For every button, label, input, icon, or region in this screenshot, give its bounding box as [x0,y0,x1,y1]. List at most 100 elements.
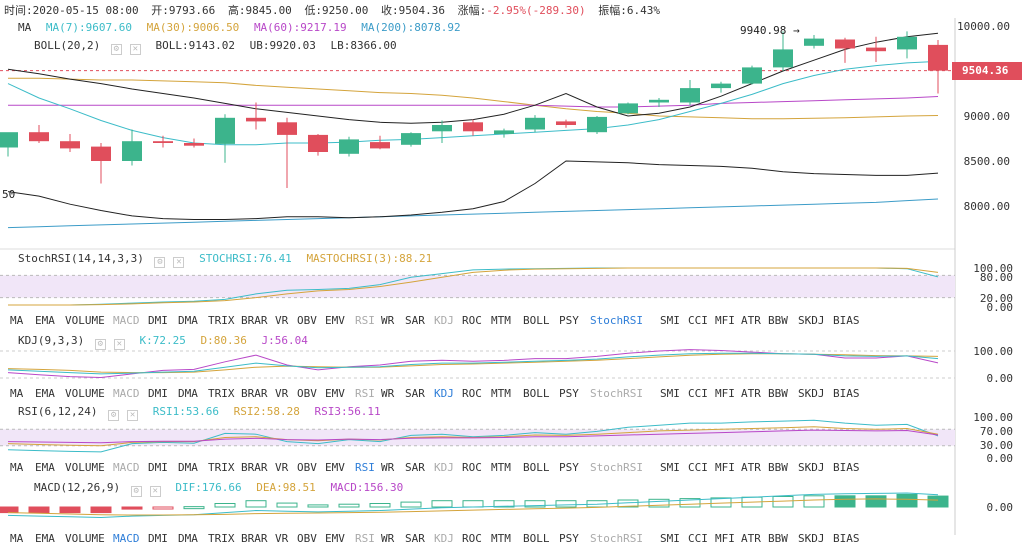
tab-vr[interactable]: VR [275,532,297,545]
tab-psy[interactable]: PSY [559,387,590,400]
tab-ema[interactable]: EMA [35,532,65,545]
tab-brar[interactable]: BRAR [241,461,275,474]
tab-brar[interactable]: BRAR [241,532,275,545]
close-icon[interactable]: ✕ [113,339,125,350]
tab-ma[interactable]: MA [10,461,35,474]
tab-roc[interactable]: ROC [462,387,491,400]
tab-sar[interactable]: SAR [405,461,434,474]
tab-smi[interactable]: SMI [660,532,688,545]
tab-macd[interactable]: MACD [113,387,148,400]
tab-mtm[interactable]: MTM [491,387,523,400]
tab-sar[interactable]: SAR [405,314,434,327]
tab-roc[interactable]: ROC [462,532,491,545]
tab-bbw[interactable]: BBW [768,387,798,400]
tab-obv[interactable]: OBV [297,532,325,545]
tab-rsi[interactable]: RSI [355,314,381,327]
tab-bias[interactable]: BIAS [833,532,863,545]
tab-ma[interactable]: MA [10,532,35,545]
tab-ema[interactable]: EMA [35,461,65,474]
tab-volume[interactable]: VOLUME [65,314,113,327]
tab-dmi[interactable]: DMI [148,461,178,474]
tab-ema[interactable]: EMA [35,314,65,327]
tab-dma[interactable]: DMA [178,532,208,545]
tab-vr[interactable]: VR [275,461,297,474]
tab-ma[interactable]: MA [10,387,35,400]
tab-dmi[interactable]: DMI [148,532,178,545]
tab-psy[interactable]: PSY [559,461,590,474]
tab-boll[interactable]: BOLL [523,532,559,545]
tab-wr[interactable]: WR [381,387,405,400]
tab-dma[interactable]: DMA [178,461,208,474]
tab-trix[interactable]: TRIX [208,461,241,474]
tab-wr[interactable]: WR [381,314,405,327]
tab-vr[interactable]: VR [275,314,297,327]
tab-skdj[interactable]: SKDJ [798,314,833,327]
tab-dmi[interactable]: DMI [148,314,178,327]
tab-atr[interactable]: ATR [741,461,768,474]
tab-atr[interactable]: ATR [741,387,768,400]
tab-kdj[interactable]: KDJ [434,461,462,474]
tab-bias[interactable]: BIAS [833,461,863,474]
tab-skdj[interactable]: SKDJ [798,387,833,400]
settings-icon[interactable]: ⚙ [94,339,106,350]
tab-sar[interactable]: SAR [405,532,434,545]
tab-kdj[interactable]: KDJ [434,532,462,545]
tab-dma[interactable]: DMA [178,314,208,327]
tab-ma[interactable]: MA [10,314,35,327]
tab-cci[interactable]: CCI [688,314,715,327]
tab-macd[interactable]: MACD [113,461,148,474]
tab-stochrsi[interactable]: StochRSI [590,461,660,474]
tab-psy[interactable]: PSY [559,532,590,545]
close-icon[interactable]: ✕ [173,257,185,268]
tab-emv[interactable]: EMV [325,314,355,327]
tab-trix[interactable]: TRIX [208,314,241,327]
tab-bbw[interactable]: BBW [768,461,798,474]
tab-obv[interactable]: OBV [297,314,325,327]
tab-skdj[interactable]: SKDJ [798,532,833,545]
tab-emv[interactable]: EMV [325,461,355,474]
tab-cci[interactable]: CCI [688,387,715,400]
tab-bias[interactable]: BIAS [833,314,863,327]
tab-vr[interactable]: VR [275,387,297,400]
tab-bbw[interactable]: BBW [768,532,798,545]
tab-mtm[interactable]: MTM [491,532,523,545]
tab-mtm[interactable]: MTM [491,314,523,327]
tab-dma[interactable]: DMA [178,387,208,400]
tab-obv[interactable]: OBV [297,461,325,474]
tab-stochrsi[interactable]: StochRSI [590,532,660,545]
tab-atr[interactable]: ATR [741,532,768,545]
tab-stochrsi[interactable]: StochRSI [590,314,660,327]
close-icon[interactable]: ✕ [149,486,161,497]
tab-sar[interactable]: SAR [405,387,434,400]
tab-dmi[interactable]: DMI [148,387,178,400]
tab-rsi[interactable]: RSI [355,532,381,545]
tab-volume[interactable]: VOLUME [65,387,113,400]
tab-volume[interactable]: VOLUME [65,532,113,545]
tab-macd[interactable]: MACD [113,314,148,327]
tab-stochrsi[interactable]: StochRSI [590,387,660,400]
tab-smi[interactable]: SMI [660,387,688,400]
tab-rsi[interactable]: RSI [355,387,381,400]
tab-bbw[interactable]: BBW [768,314,798,327]
tab-trix[interactable]: TRIX [208,532,241,545]
tab-brar[interactable]: BRAR [241,387,275,400]
tab-wr[interactable]: WR [381,461,405,474]
tab-atr[interactable]: ATR [741,314,768,327]
tab-macd[interactable]: MACD [113,532,148,545]
tab-psy[interactable]: PSY [559,314,590,327]
tab-ema[interactable]: EMA [35,387,65,400]
tab-wr[interactable]: WR [381,532,405,545]
tab-bias[interactable]: BIAS [833,387,863,400]
tab-emv[interactable]: EMV [325,532,355,545]
tab-brar[interactable]: BRAR [241,314,275,327]
tab-cci[interactable]: CCI [688,532,715,545]
tab-kdj[interactable]: KDJ [434,314,462,327]
settings-icon[interactable]: ⚙ [154,257,166,268]
tab-boll[interactable]: BOLL [523,461,559,474]
tab-roc[interactable]: ROC [462,314,491,327]
tab-boll[interactable]: BOLL [523,314,559,327]
tab-mfi[interactable]: MFI [715,532,741,545]
tab-boll[interactable]: BOLL [523,387,559,400]
tab-smi[interactable]: SMI [660,314,688,327]
close-icon[interactable]: ✕ [127,410,139,421]
